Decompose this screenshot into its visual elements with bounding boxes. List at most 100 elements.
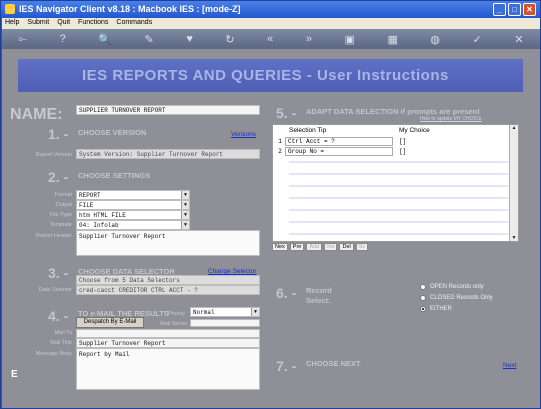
name-label: NAME: [10, 106, 63, 123]
chevron-down-icon: ▼ [181, 191, 189, 199]
mail-to-field[interactable] [76, 329, 260, 338]
data-selector-count: Choose from 5 Data Selectors [76, 275, 260, 285]
edit-icon[interactable]: ✎ [145, 33, 154, 46]
step-2-number: 2. - [48, 169, 69, 185]
heart-icon[interactable]: ♥ [186, 33, 193, 45]
mail-to-label: Mail To [54, 330, 72, 336]
either-records-radio[interactable]: EITHER [420, 306, 452, 312]
open-records-radio[interactable]: OPEN Records only [420, 284, 484, 290]
file-type-select[interactable]: htm HTML FILE ▼ [76, 210, 190, 220]
radio-icon [420, 284, 426, 290]
my-choice-cell[interactable]: [] [393, 148, 406, 155]
report-header-textarea[interactable]: Supplier Turnover Report [76, 230, 260, 256]
record-select-title-2: Select: [306, 296, 331, 305]
grid-divider [289, 161, 508, 163]
format-label: Format [54, 192, 72, 198]
despatch-email-button[interactable]: Despatch By E-Mail [76, 317, 144, 328]
grid-row[interactable]: 2 Group No = [] [275, 147, 508, 156]
selection-tip-cell: Ctrl Acct = ? [285, 137, 393, 146]
template-label: Template [49, 222, 72, 228]
title-bar: IES Navigator Client v8.18 : Macbook IES… [1, 1, 540, 18]
message-body-textarea[interactable]: Report by Mail [76, 348, 260, 390]
save-row-button[interactable]: Sv [355, 243, 369, 251]
insert-row-button[interactable]: Ins [324, 243, 338, 251]
chevron-down-icon: ▼ [181, 221, 189, 229]
grid-divider [289, 173, 508, 175]
undo-icon[interactable]: ↻ [225, 33, 234, 46]
add-row-button[interactable]: Add [306, 243, 323, 251]
maximize-button[interactable]: □ [508, 3, 521, 16]
app-window: IES Navigator Client v8.18 : Macbook IES… [0, 0, 541, 409]
main-content: IES REPORTS AND QUERIES - User Instructi… [2, 49, 540, 408]
column-my-choice: My Choice [399, 127, 430, 134]
grid-divider [289, 185, 508, 187]
help-icon[interactable]: ? [60, 33, 66, 45]
output-select[interactable]: FILE ▼ [76, 200, 190, 210]
side-marker-icon: E [11, 369, 18, 380]
step-6-number: 6. - [276, 285, 297, 301]
check-icon[interactable]: ✓ [473, 33, 482, 46]
menu-bar: Help Submit Quit Functions Commands [2, 18, 540, 29]
copy-icon[interactable]: ▣ [345, 33, 355, 46]
radio-selected-icon [420, 306, 426, 312]
grid-divider [289, 233, 508, 235]
grid-divider [289, 221, 508, 223]
template-select[interactable]: 04: Infolab ▼ [76, 220, 190, 230]
scroll-up-icon[interactable]: ▲ [510, 125, 518, 131]
chevron-down-icon: ▼ [181, 211, 189, 219]
delete-row-button[interactable]: Del [339, 243, 354, 251]
toolbar: ⟜? 🔍 ✎ ♥ ↻ « » ▣ ▦ ◍ ✓ ✕ [2, 29, 540, 49]
change-selector-link[interactable]: Change Selector [208, 268, 256, 275]
step-3-number: 3. - [48, 265, 69, 281]
search-icon[interactable]: 🔍 [98, 33, 112, 46]
next-link[interactable]: Next [503, 362, 516, 369]
rewind-icon[interactable]: « [267, 33, 273, 45]
step-7-title: CHOOSE NEXT [306, 359, 361, 368]
how-to-update-link[interactable]: How to update MY CHOICE [420, 116, 482, 122]
grid-scrollbar[interactable]: ▲ ▼ [509, 125, 518, 241]
exit-icon[interactable]: ⟜ [18, 33, 27, 46]
grid-row[interactable]: 1 Ctrl Acct = ? [] [275, 137, 508, 146]
window-title: IES Navigator Client v8.18 : Macbook IES… [19, 4, 241, 14]
menu-help[interactable]: Help [5, 19, 19, 28]
mail-server-label: Mail Server [160, 321, 188, 327]
step-1-title: CHOOSE VERSION [78, 128, 147, 137]
selection-grid: Selection Tip My Choice 1 Ctrl Acct = ? … [272, 124, 519, 242]
mail-title-field[interactable]: Supplier Turnover Report [76, 338, 260, 348]
menu-submit[interactable]: Submit [27, 19, 49, 28]
menu-quit[interactable]: Quit [57, 19, 70, 28]
close-icon[interactable]: ✕ [514, 33, 523, 46]
versions-link[interactable]: Versions [231, 131, 256, 138]
column-selection-tip: Selection Tip [289, 127, 327, 134]
file-type-label: File Type [49, 212, 72, 218]
grid-nav: Nex Pre Add Ins Del Sv [272, 243, 369, 251]
step-5-number: 5. - [276, 105, 297, 121]
selection-tip-cell: Group No = [285, 147, 393, 156]
chevron-down-icon: ▼ [251, 308, 259, 316]
menu-functions[interactable]: Functions [78, 19, 108, 28]
prev-row-button[interactable]: Pre [289, 243, 305, 251]
grid-divider [289, 197, 508, 199]
format-select[interactable]: REPORT ▼ [76, 190, 190, 200]
globe-icon[interactable]: ◍ [430, 33, 440, 46]
priority-select[interactable]: Normal ▼ [190, 307, 260, 317]
my-choice-cell[interactable]: [] [393, 138, 406, 145]
radio-icon [420, 295, 426, 301]
step-4-number: 4. - [48, 308, 69, 324]
close-window-button[interactable]: ✕ [523, 3, 536, 16]
output-label: Output [55, 202, 72, 208]
next-row-button[interactable]: Nex [272, 243, 288, 251]
report-name-field[interactable]: SUPPLIER TURNOVER REPORT [76, 105, 260, 115]
data-selector-field: cred-cacct CREDITOR CTRL ACCT - ? [76, 285, 260, 295]
forward-icon[interactable]: » [306, 33, 312, 45]
page-banner: IES REPORTS AND QUERIES - User Instructi… [18, 59, 523, 92]
save-icon[interactable]: ▦ [387, 33, 397, 46]
closed-records-radio[interactable]: CLOSED Records Only [420, 295, 493, 301]
step-1-number: 1. - [48, 126, 69, 142]
step-7-number: 7. - [276, 358, 297, 374]
minimize-button[interactable]: _ [493, 3, 506, 16]
mail-server-field[interactable] [190, 319, 260, 327]
menu-commands[interactable]: Commands [116, 19, 152, 28]
step-2-title: CHOOSE SETTINGS [78, 171, 151, 180]
scroll-down-icon[interactable]: ▼ [510, 235, 518, 241]
